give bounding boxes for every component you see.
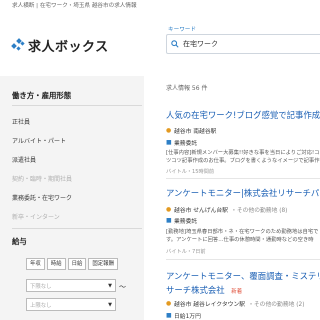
keyword-input[interactable]: [183, 40, 313, 48]
logo-mark-icon: [11, 38, 26, 52]
job-title-3-line2[interactable]: サーチ株式会社 新着: [166, 284, 242, 296]
salary-min-select[interactable]: 下限なし ▼: [26, 279, 116, 292]
range-separator: 〜: [119, 283, 126, 291]
divider: [166, 178, 320, 179]
job-location-2: ● 越谷市 せんげん台駅 ・その他の勤務地 (8): [166, 205, 287, 214]
result-count: 求人情報 56 件: [166, 85, 208, 92]
job-title-text: サーチ株式会社: [166, 285, 225, 295]
salary-type-daily[interactable]: 日給: [67, 258, 87, 270]
salary-type-annual[interactable]: 年収: [26, 258, 45, 270]
job-location-3: ● 越谷市 越谷レイクタウン駅 ・その他の勤務地 (2): [166, 299, 305, 308]
job-location-1: ● 越谷市 南越谷駅: [166, 126, 216, 135]
filter-parttime[interactable]: アルバイト・パート: [12, 136, 66, 145]
salary-type-fixed[interactable]: 固定報酬: [88, 258, 118, 270]
salary-heading: 給与: [12, 237, 27, 246]
location-pin-icon: ●: [166, 299, 172, 307]
salary-min-placeholder: 下限なし: [30, 283, 52, 290]
job-type-2: ■ 業務委託: [166, 216, 197, 225]
yen-icon: ■: [166, 311, 172, 319]
briefcase-icon: ■: [166, 216, 172, 224]
job-source-1: バイトル・15時間前: [166, 169, 215, 175]
breadcrumb-text: 求人横断 | 在宅ワーク・埼玉県 越谷市の求人情報: [12, 3, 137, 9]
filter-newgrad: 新卒・インターン: [12, 214, 60, 221]
other-locations: ・その他の勤務地 (8): [231, 208, 288, 214]
salary-type-chips: 年収 時給 日給 固定報酬: [26, 258, 118, 270]
job-type-text: 業務委託: [174, 141, 198, 147]
job-description-2: [勤務地]埼玉県春日部市・ネ・在宅ワークのため勤務地は自宅です。アンケートに回答…: [166, 229, 319, 243]
location-pin-icon: ●: [166, 126, 172, 134]
location-pin-icon: ●: [166, 205, 172, 213]
filter-outsourcing[interactable]: 業務委託・在宅ワーク: [12, 193, 72, 202]
job-source-2: バイトル・7日前: [166, 249, 206, 255]
salary-type-hourly[interactable]: 時給: [46, 258, 66, 270]
salary-max-select[interactable]: 上限なし ▼: [26, 298, 116, 311]
chevron-down-icon: ▼: [108, 301, 112, 308]
job-location-text: 越谷市 越谷レイクタウン駅: [174, 302, 246, 308]
divider: [12, 105, 142, 106]
job-description-1: [仕事内容]新規メンバー大募集!!好きな事を当日によりご対応!コツコツ記事作成の…: [166, 150, 320, 164]
logo-text: 求人ボックス: [28, 39, 109, 55]
divider: [12, 228, 142, 229]
site-logo[interactable]: 求人ボックス: [11, 37, 109, 55]
job-location-text: 越谷市 せんげん台駅: [174, 208, 229, 214]
briefcase-icon: ■: [166, 138, 172, 146]
breadcrumb: 求人横断 | 在宅ワーク・埼玉県 越谷市の求人情報: [0, 0, 320, 26]
job-type-text: 業務委託: [174, 219, 198, 225]
job-type-1: ■ 業務委託: [166, 138, 197, 147]
job-title-2[interactable]: アンケートモニター|株式会社リサーチパネル: [166, 187, 320, 199]
job-pay-3: ■ 日給1万円: [166, 311, 201, 320]
divider: [166, 259, 320, 260]
job-title-3[interactable]: アンケートモニター、覆面調査・ミステリー: [166, 270, 320, 282]
search-icon: [167, 40, 183, 48]
filter-temp-staff[interactable]: 派遣社員: [12, 155, 36, 164]
salary-max-placeholder: 上限なし: [30, 302, 52, 309]
keyword-label: キーワード: [168, 27, 196, 33]
job-pay-text: 日給1万円: [174, 314, 201, 320]
filter-fulltime[interactable]: 正社員: [12, 117, 30, 126]
other-locations: ・その他の勤務地 (2): [248, 302, 305, 308]
employment-type-heading: 働き方・雇用形態: [12, 91, 72, 100]
job-location-text: 越谷市 南越谷駅: [174, 129, 217, 135]
filter-contract: 契約・臨時・期間社員: [12, 176, 73, 183]
new-badge: 新着: [231, 288, 243, 295]
keyword-search-box[interactable]: [166, 34, 320, 54]
job-title-1[interactable]: 人気の在宅ワーク!ブログ感覚で記事作成: [166, 109, 320, 121]
chevron-down-icon: ▼: [108, 282, 112, 289]
